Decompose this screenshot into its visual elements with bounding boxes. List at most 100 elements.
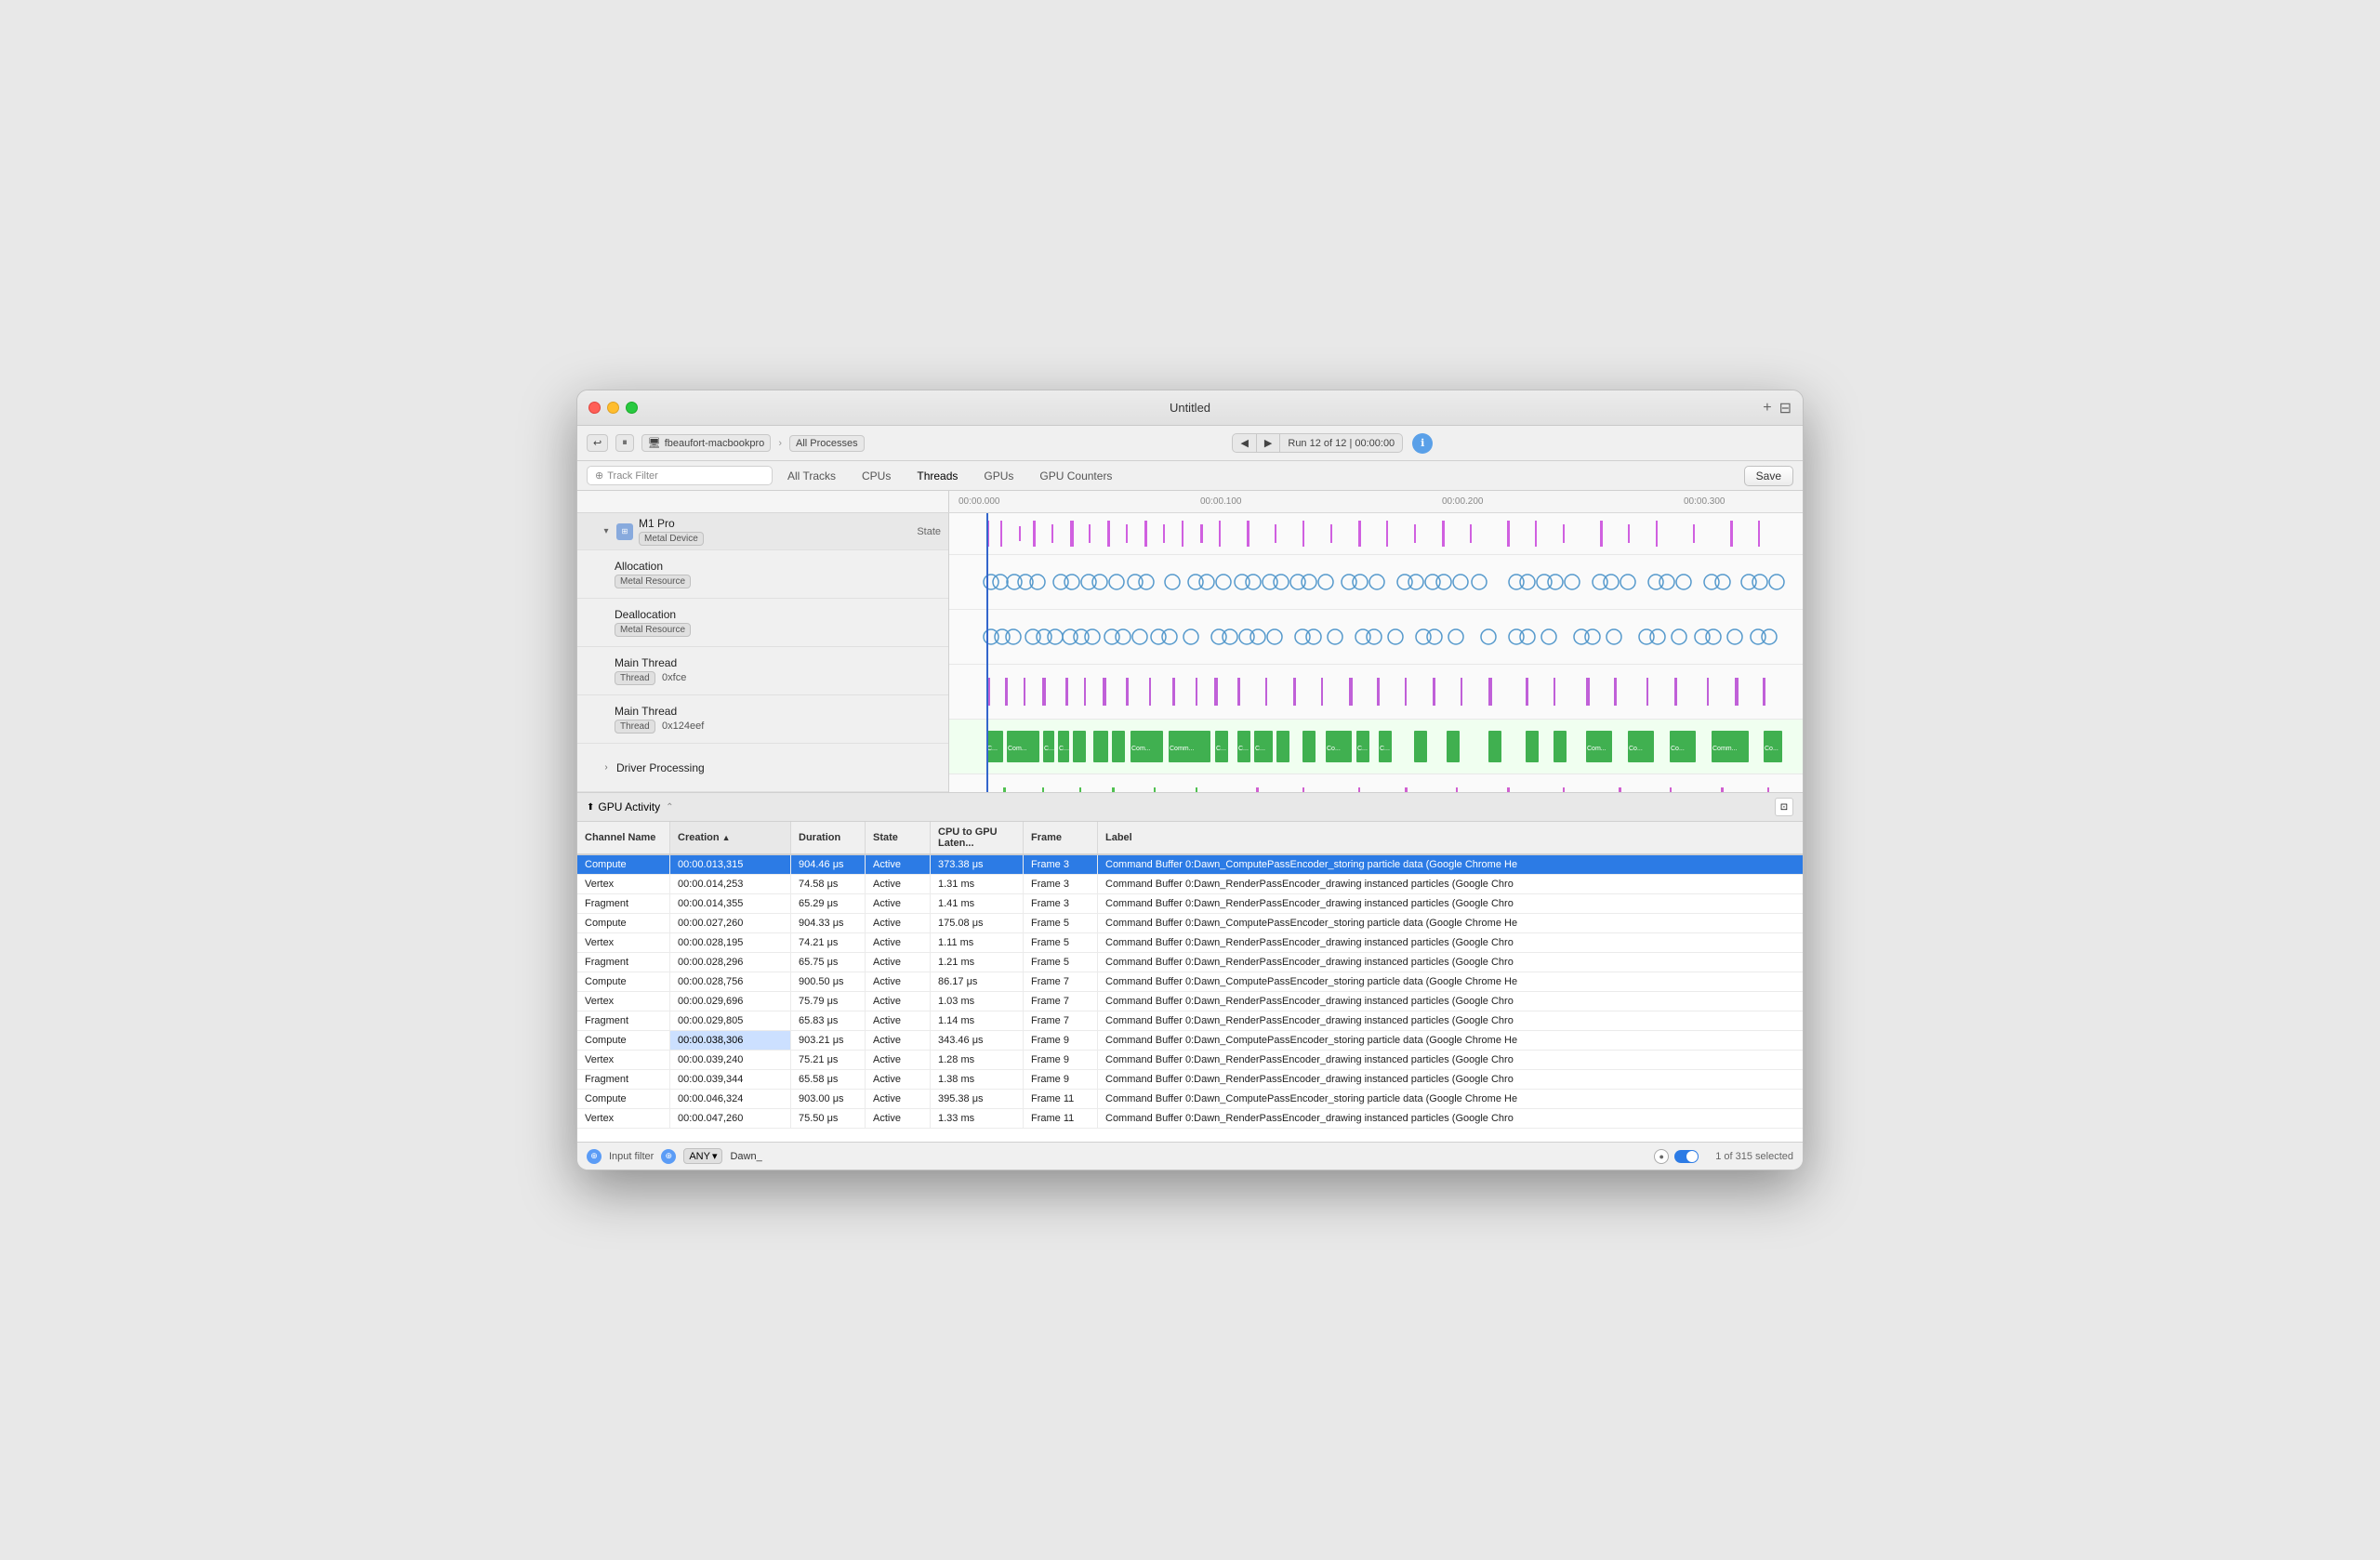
table-row[interactable]: Compute00:00.028,756900.50 μsActive86.17…: [577, 972, 1803, 992]
tab-all-tracks[interactable]: All Tracks: [776, 466, 847, 486]
track-label-spacer: [577, 491, 949, 512]
tab-threads[interactable]: Threads: [906, 466, 969, 486]
driver-processing-name: Driver Processing: [616, 761, 941, 774]
timeline-main-thread-1: [949, 665, 1803, 720]
filter-active-icon: ⊕: [661, 1149, 676, 1164]
selected-count: 1 of 315 selected: [1715, 1151, 1793, 1162]
filter-toggle-group: ●: [1654, 1149, 1669, 1164]
device-name: fbeaufort-macbookpro: [665, 438, 765, 449]
deallocation-info: Deallocation Metal Resource: [615, 608, 941, 637]
add-button[interactable]: +: [1763, 400, 1771, 416]
filter-input[interactable]: [730, 1151, 804, 1162]
toolbar-left: ↩ ⏸ 🖥 fbeaufort-macbookpro › All Process…: [587, 434, 865, 452]
svg-text:C...: C...: [1255, 746, 1265, 752]
process-breadcrumb[interactable]: All Processes: [789, 435, 865, 452]
search-icon: ⊕: [595, 469, 603, 482]
th-cpu-gpu[interactable]: CPU to GPU Laten...: [931, 822, 1024, 853]
save-button[interactable]: Save: [1744, 466, 1793, 486]
expand-m1-pro[interactable]: ▾: [600, 525, 613, 538]
filter-toggle-switch[interactable]: [1674, 1150, 1699, 1163]
timeline-ruler-row: 00:00.000 00:00.100 00:00.200 00:00.300: [577, 491, 1803, 513]
table-row[interactable]: Compute00:00.027,260904.33 μsActive175.0…: [577, 914, 1803, 933]
close-button[interactable]: [588, 402, 601, 414]
th-creation[interactable]: Creation ▲: [670, 822, 791, 853]
track-main-thread-1: Main Thread Thread 0xfce: [577, 647, 948, 695]
thread-badge-2: Thread: [615, 720, 655, 734]
track-m1-pro: ▾ ⊞ M1 Pro Metal Device State: [577, 513, 948, 550]
svg-text:Co...: Co...: [1629, 746, 1643, 752]
th-duration[interactable]: Duration: [791, 822, 866, 853]
table-row[interactable]: Fragment00:00.029,80565.83 μsActive1.14 …: [577, 1011, 1803, 1031]
ruler-mark-0: 00:00.000: [959, 496, 1000, 507]
track-filter[interactable]: ⊕ Track Filter: [587, 466, 773, 485]
table-row[interactable]: Vertex00:00.028,19574.21 μsActive1.11 ms…: [577, 933, 1803, 953]
svg-text:C...: C...: [987, 746, 998, 752]
th-channel[interactable]: Channel Name: [577, 822, 670, 853]
allocation-viz: [949, 559, 1786, 605]
timeline-deallocation: [949, 610, 1803, 665]
tab-bar: ⊕ Track Filter All Tracks CPUs Threads G…: [577, 461, 1803, 491]
process-name: All Processes: [796, 438, 858, 449]
sort-arrow-creation: ▲: [722, 833, 731, 842]
minimize-button[interactable]: [607, 402, 619, 414]
pause-button[interactable]: ⏸: [615, 434, 634, 452]
table-row[interactable]: Compute00:00.013,315904.46 μsActive373.3…: [577, 855, 1803, 875]
run-time: 00:00:00: [1355, 438, 1395, 449]
gpu-activity-label: GPU Activity: [598, 800, 660, 813]
breadcrumb-arrow: ›: [778, 438, 782, 449]
tab-gpus[interactable]: GPUs: [972, 466, 1025, 486]
filter-right: ● 1 of 315 selected: [1654, 1149, 1793, 1164]
table-row[interactable]: Vertex00:00.014,25374.58 μsActive1.31 ms…: [577, 875, 1803, 894]
svg-text:Com...: Com...: [1008, 746, 1027, 752]
main-thread-1-name: Main Thread: [615, 656, 941, 669]
toolbar-center: ◀ ▶ Run 12 of 12 | 00:00:00 ℹ: [1232, 433, 1433, 454]
track-labels: ▾ ⊞ M1 Pro Metal Device State Allocation…: [577, 513, 949, 792]
svg-text:Comm...: Comm...: [1170, 746, 1195, 752]
th-state[interactable]: State: [866, 822, 931, 853]
run-info-button[interactable]: ℹ: [1412, 433, 1433, 454]
tab-cpus[interactable]: CPUs: [851, 466, 902, 486]
table-body: Compute00:00.013,315904.46 μsActive373.3…: [577, 855, 1803, 1142]
th-frame[interactable]: Frame: [1024, 822, 1098, 853]
table-row[interactable]: Vertex00:00.039,24075.21 μsActive1.28 ms…: [577, 1051, 1803, 1070]
table-row[interactable]: Vertex00:00.029,69675.79 μsActive1.03 ms…: [577, 992, 1803, 1011]
svg-text:Com...: Com...: [1587, 746, 1606, 752]
run-controls: ◀ ▶ Run 12 of 12 | 00:00:00: [1232, 433, 1403, 453]
back-icon: ↩: [593, 437, 602, 449]
play-button[interactable]: ▶: [1257, 434, 1280, 452]
back-button[interactable]: ↩: [587, 434, 608, 452]
svg-text:Co...: Co...: [1327, 746, 1341, 752]
main-thread-2-info: Main Thread Thread 0x124eef: [615, 705, 941, 734]
expand-panel-button[interactable]: ⊡: [1775, 798, 1793, 816]
table-row[interactable]: Fragment00:00.014,35565.29 μsActive1.41 …: [577, 894, 1803, 914]
titlebar: Untitled + ⊟: [577, 390, 1803, 426]
track-filter-placeholder: Track Filter: [607, 470, 658, 482]
prev-run-button[interactable]: ◀: [1233, 434, 1256, 452]
main-window: Untitled + ⊟ ↩ ⏸ 🖥 fbeaufort-macbookpro …: [576, 390, 1804, 1170]
m1-pro-badge: Metal Device: [639, 532, 704, 546]
tab-gpu-counters[interactable]: GPU Counters: [1028, 466, 1123, 486]
filter-any-dropdown[interactable]: ANY ▾: [683, 1148, 722, 1164]
table-row[interactable]: Compute00:00.046,324903.00 μsActive395.3…: [577, 1090, 1803, 1109]
expand-driver[interactable]: ›: [600, 761, 613, 774]
track-allocation: Allocation Metal Resource: [577, 550, 948, 599]
filter-dot-button[interactable]: ●: [1654, 1149, 1669, 1164]
table-row[interactable]: Compute00:00.038,306903.21 μsActive343.4…: [577, 1031, 1803, 1051]
deallocation-viz: [949, 614, 1786, 660]
gpu-activity-sort: ⌃: [666, 802, 673, 813]
table-row[interactable]: Fragment00:00.028,29665.75 μsActive1.21 …: [577, 953, 1803, 972]
table-row[interactable]: Fragment00:00.039,34465.58 μsActive1.38 …: [577, 1070, 1803, 1090]
maximize-button[interactable]: [626, 402, 638, 414]
panel-button[interactable]: ⊟: [1779, 399, 1792, 417]
table-row[interactable]: Vertex00:00.047,26075.50 μsActive1.33 ms…: [577, 1109, 1803, 1129]
svg-text:Co...: Co...: [1671, 746, 1685, 752]
device-breadcrumb[interactable]: 🖥 fbeaufort-macbookpro: [641, 434, 772, 452]
m1-pro-info: M1 Pro Metal Device: [639, 517, 917, 546]
th-label[interactable]: Label: [1098, 822, 1803, 853]
timeline-driver-processing: [949, 774, 1803, 792]
timeline-content[interactable]: C... Com... C... C... Com...: [949, 513, 1803, 792]
traffic-lights: [588, 402, 638, 414]
track-driver-processing: › Driver Processing: [577, 744, 948, 792]
svg-text:C...: C...: [1059, 746, 1069, 752]
svg-text:Com...: Com...: [1131, 746, 1151, 752]
